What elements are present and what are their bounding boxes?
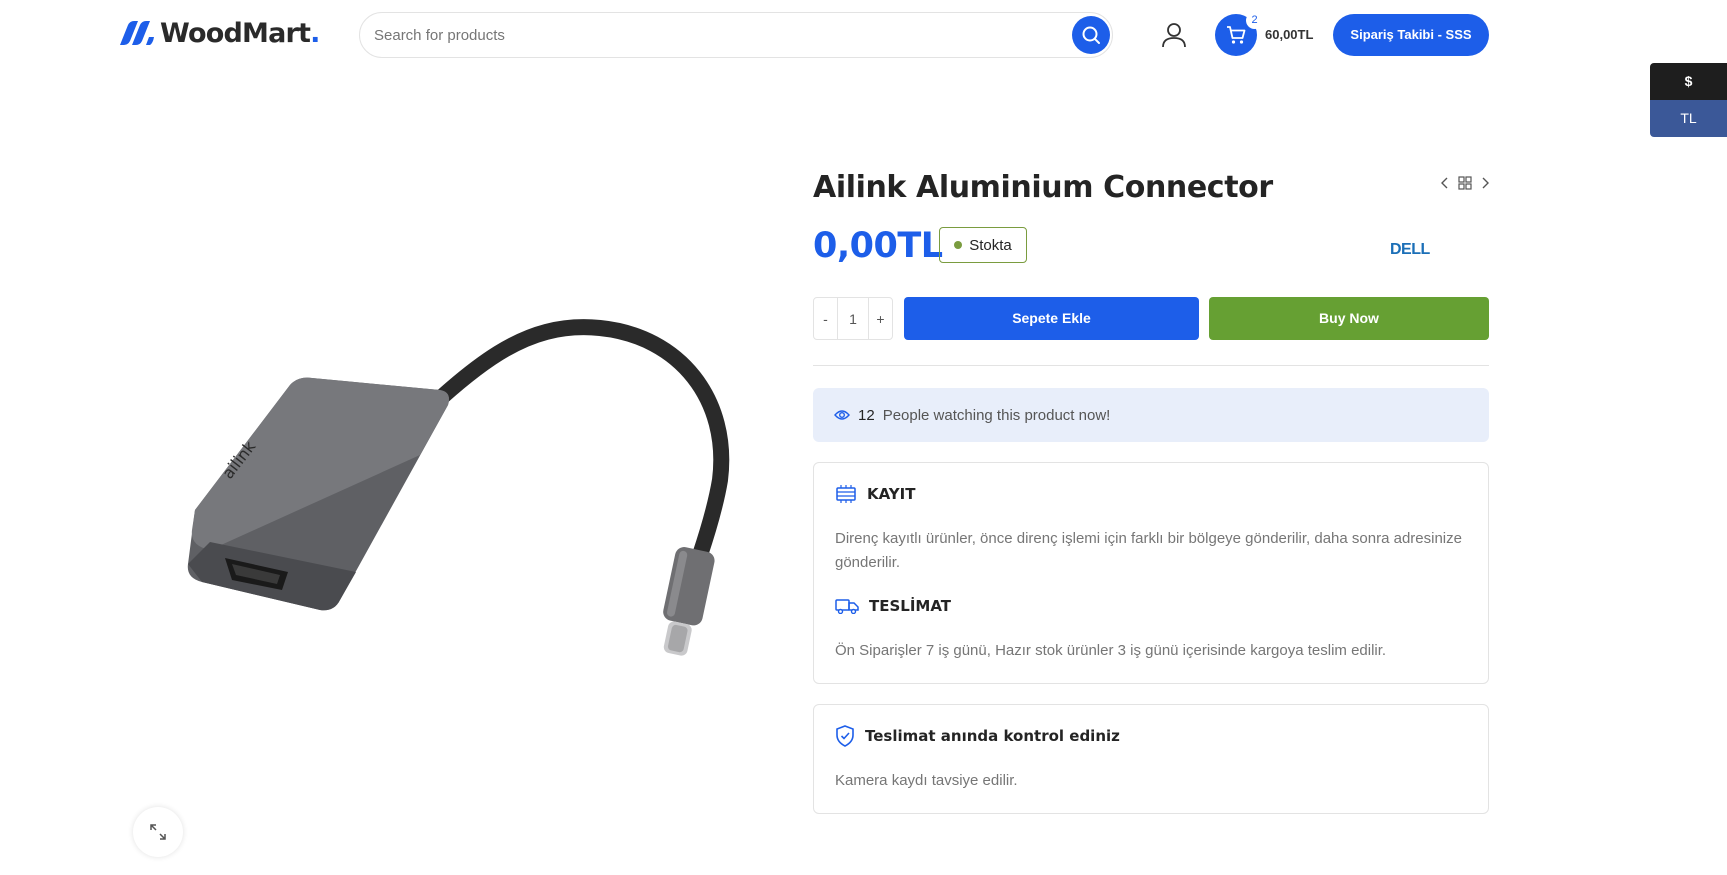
shield-check-icon (836, 725, 854, 747)
cart-total: 60,00TL (1265, 27, 1314, 42)
inspection-text: Kamera kaydı tavsiye edilir. (835, 772, 1018, 789)
currency-usd[interactable]: $ (1650, 63, 1727, 100)
product-title: Ailink Aluminium Connector (813, 170, 1273, 205)
delivery-heading: TESLİMAT (835, 597, 951, 615)
inspection-info-box: Teslimat anında kontrol ediniz Kamera ka… (813, 704, 1489, 814)
product-image: ailink (187, 319, 730, 656)
visitor-text: People watching this product now! (882, 406, 1111, 424)
search-icon (1082, 26, 1100, 44)
brand-text: DELL (1390, 241, 1431, 258)
chevron-right-icon (1482, 177, 1489, 189)
site-logo[interactable]: WoodMart. (118, 18, 320, 49)
grid-icon (1458, 176, 1472, 190)
logo-text: WoodMart (160, 18, 311, 49)
stock-dot (954, 241, 963, 249)
cart-count-badge: 2 (1246, 12, 1263, 29)
stock-label: Stokta (969, 236, 1012, 254)
visitor-counter: 12 People watching this product now! (813, 388, 1489, 442)
product-navigation (1440, 176, 1490, 190)
logo-dot: . (310, 18, 320, 49)
registration-text: Direnç kayıtlı ürünler, önce direnç işle… (835, 530, 1462, 571)
visitor-count: 12 (858, 406, 875, 424)
currency-tl[interactable]: TL (1650, 100, 1727, 137)
previous-product-button[interactable] (1440, 176, 1450, 190)
quantity-input[interactable] (838, 298, 868, 339)
user-icon[interactable] (1161, 21, 1187, 49)
eye-icon (834, 410, 850, 420)
expand-icon (150, 824, 166, 840)
product-price: 0,00TL (813, 226, 943, 266)
logo-icon (120, 20, 154, 45)
quantity-stepper: - + (813, 297, 893, 340)
registration-heading: KAYIT (835, 485, 915, 503)
cart-icon (1227, 26, 1246, 44)
zoom-button[interactable] (133, 807, 183, 857)
divider (813, 365, 1489, 366)
search-button[interactable] (1072, 16, 1110, 54)
delivery-text: Ön Siparişler 7 iş günü, Hazır stok ürün… (835, 642, 1387, 659)
search-input[interactable] (374, 13, 1024, 57)
buy-now-button[interactable]: Buy Now (1209, 297, 1489, 340)
brand-logo[interactable]: DELL (1390, 238, 1440, 260)
search-bar (359, 12, 1113, 58)
quantity-minus-button[interactable]: - (814, 298, 838, 339)
add-to-cart-button[interactable]: Sepete Ekle (904, 297, 1199, 340)
truck-icon (835, 599, 859, 614)
chevron-left-icon (1441, 177, 1448, 189)
inspection-title: Teslimat anında kontrol ediniz (865, 727, 1120, 745)
registration-icon (836, 485, 856, 503)
registration-title: KAYIT (867, 485, 916, 503)
shipping-info-box: KAYIT Direnç kayıtlı ürünler, önce diren… (813, 462, 1489, 684)
order-tracking-button[interactable]: Sipariş Takibi - SSS (1333, 14, 1489, 56)
quantity-plus-button[interactable]: + (868, 298, 892, 339)
stock-badge: Stokta (939, 227, 1027, 263)
delivery-title: TESLİMAT (869, 597, 952, 615)
back-to-products-button[interactable] (1458, 176, 1472, 190)
next-product-button[interactable] (1480, 176, 1490, 190)
inspection-heading: Teslimat anında kontrol ediniz (835, 725, 1120, 747)
